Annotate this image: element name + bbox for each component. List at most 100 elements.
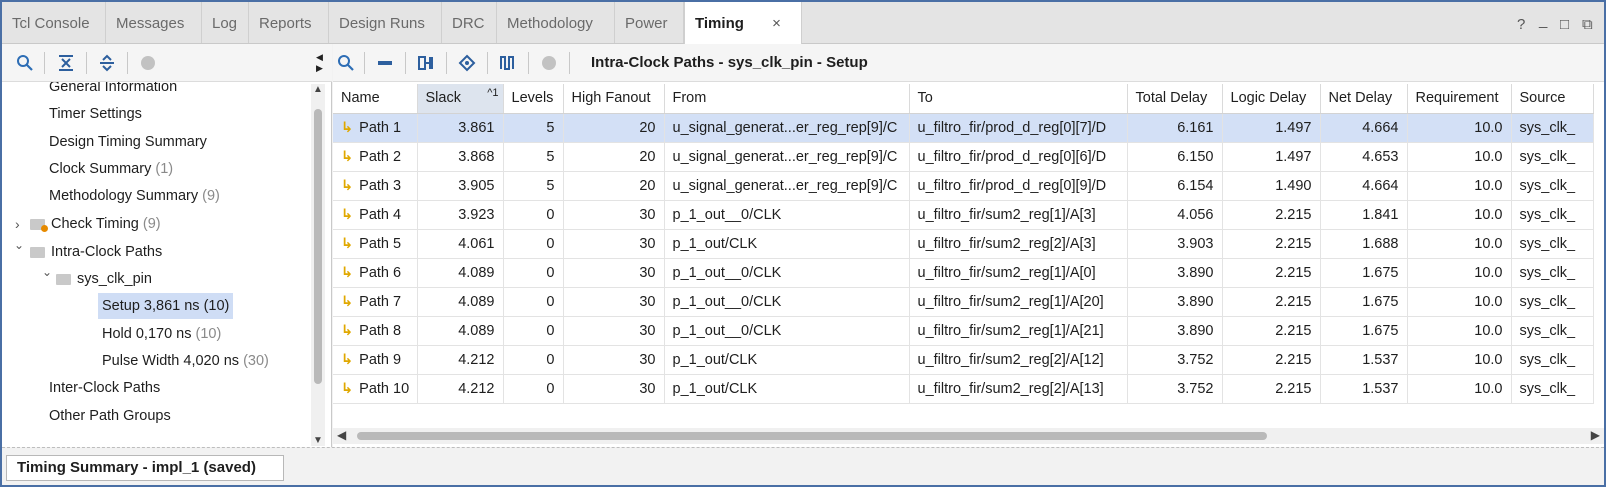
scroll-thumb[interactable] xyxy=(357,432,1267,440)
tab-timing-summary[interactable]: Timing Summary - impl_1 (saved) xyxy=(6,455,284,481)
column-header-total-delay[interactable]: Total Delay xyxy=(1127,84,1223,114)
tree-item-sys-clk-pin[interactable]: sys_clk_pin xyxy=(56,266,152,292)
column-header-from[interactable]: From xyxy=(664,84,910,114)
cell-from: p_1_out__0/CLK xyxy=(664,200,910,230)
table-row[interactable]: ↳ Path 7 4.089 0 30 p_1_out__0/CLK u_filtro_fi… xyxy=(333,287,1594,317)
cell-name: ↳ Path 2 xyxy=(333,142,418,172)
cell-net-delay: 4.653 xyxy=(1320,142,1408,172)
tree-item-other-path-groups[interactable]: Other Path Groups xyxy=(49,403,171,429)
scroll-right-icon[interactable]: ▶ xyxy=(1591,428,1600,442)
scroll-up-icon[interactable]: ▲ xyxy=(313,84,323,95)
tree-item-check-timing[interactable]: Check Timing (9) xyxy=(30,211,161,237)
minimize-icon[interactable]: _ xyxy=(1539,12,1547,29)
cell-source: sys_clk_ xyxy=(1511,229,1594,259)
tree-item-inter-clock-paths[interactable]: Inter-Clock Paths xyxy=(49,375,160,401)
cell-name: ↳ Path 5 xyxy=(333,229,418,259)
chevron-down-icon[interactable]: ⌄ xyxy=(14,238,24,252)
tree-item-label: Methodology Summary xyxy=(49,188,199,204)
tree-item-label: Check Timing xyxy=(51,216,139,232)
table-row[interactable]: ↳ Path 8 4.089 0 30 p_1_out__0/CLK u_filtro_fi… xyxy=(333,316,1594,346)
cell-levels: 0 xyxy=(503,374,564,404)
cell-net-delay: 1.688 xyxy=(1320,229,1408,259)
stop-icon[interactable] xyxy=(538,52,560,74)
table-row[interactable]: ↳ Path 4 3.923 0 30 p_1_out__0/CLK u_filtro_fi… xyxy=(333,200,1594,230)
tab-drc[interactable]: DRC xyxy=(442,2,497,43)
column-header-source[interactable]: Source xyxy=(1511,84,1594,114)
table-row[interactable]: ↳ Path 5 4.061 0 30 p_1_out/CLK u_filtro_fir/s… xyxy=(333,229,1594,259)
expand-all-icon[interactable] xyxy=(96,52,118,74)
tree-item-intra-clock-paths[interactable]: Intra-Clock Paths xyxy=(30,239,162,265)
tree-item-timer-settings[interactable]: Timer Settings xyxy=(49,101,142,127)
cell-text: 4.664 xyxy=(1362,177,1399,194)
tab-methodology[interactable]: Methodology xyxy=(497,2,615,43)
tab-tcl-console[interactable]: Tcl Console xyxy=(2,2,106,43)
column-label: Source xyxy=(1519,90,1566,107)
cell-high-fanout: 30 xyxy=(563,229,665,259)
tree-item-pulse-width[interactable]: Pulse Width 4,020 ns (30) xyxy=(102,348,269,374)
help-icon[interactable]: ? xyxy=(1517,16,1525,33)
cell-requirement: 10.0 xyxy=(1407,113,1512,143)
close-icon[interactable]: × xyxy=(772,15,781,32)
cell-name: ↳ Path 4 xyxy=(333,200,418,230)
column-header-name[interactable]: Name xyxy=(333,84,418,114)
scroll-left-icon[interactable]: ◀ xyxy=(337,428,346,442)
tree-item-clock-summary[interactable]: Clock Summary (1) xyxy=(49,156,173,182)
tab-log[interactable]: Log xyxy=(202,2,249,43)
cell-text: 4.653 xyxy=(1362,148,1399,165)
cell-slack: 4.212 xyxy=(417,374,504,404)
waveform-icon[interactable] xyxy=(497,52,519,74)
scroll-thumb[interactable] xyxy=(314,109,322,384)
tab-design-runs[interactable]: Design Runs xyxy=(329,2,442,43)
table-horizontal-scrollbar[interactable]: ◀ ▶ xyxy=(333,428,1604,444)
chevron-down-icon[interactable]: ⌄ xyxy=(42,265,52,279)
column-header-to[interactable]: To xyxy=(909,84,1128,114)
chevron-right-icon[interactable]: › xyxy=(15,216,20,232)
table-row[interactable]: ↳ Path 6 4.089 0 30 p_1_out__0/CLK u_filtro_fi… xyxy=(333,258,1594,288)
report-tree: General Information Timer Settings Desig… xyxy=(2,82,312,447)
tree-item-hold[interactable]: Hold 0,170 ns (10) xyxy=(102,321,221,347)
tree-item-general-information[interactable]: General Information xyxy=(49,82,177,100)
table-row[interactable]: ↳ Path 2 3.868 5 20 u_signal_generat...er_reg… xyxy=(333,142,1594,172)
cell-text: 3.890 xyxy=(1177,322,1214,339)
table-row[interactable]: ↳ Path 1 3.861 5 20 u_signal_generat...er_reg… xyxy=(333,113,1594,143)
scroll-down-icon[interactable]: ▼ xyxy=(313,435,323,446)
tree-vertical-scrollbar[interactable]: ▲ ▼ xyxy=(311,84,325,446)
minus-icon[interactable] xyxy=(374,52,396,74)
float-icon[interactable]: ⧉ xyxy=(1582,16,1593,33)
cell-text: 10.0 xyxy=(1474,293,1503,310)
cell-total-delay: 3.890 xyxy=(1127,287,1223,317)
search-icon[interactable] xyxy=(335,52,357,74)
cell-text: p_1_out__0/CLK xyxy=(672,293,782,310)
tab-timing[interactable]: Timing × xyxy=(684,2,802,44)
tree-item-design-timing-summary[interactable]: Design Timing Summary xyxy=(49,129,207,155)
tab-messages[interactable]: Messages xyxy=(106,2,202,43)
highlight-icon[interactable] xyxy=(456,52,478,74)
collapse-all-icon[interactable] xyxy=(55,52,77,74)
timing-path-icon: ↳ xyxy=(341,351,354,368)
cell-net-delay: 1.675 xyxy=(1320,287,1408,317)
table-row[interactable]: ↳ Path 9 4.212 0 30 p_1_out/CLK u_filtro_fir/s… xyxy=(333,345,1594,375)
tree-item-setup[interactable]: Setup 3,861 ns (10) xyxy=(98,293,234,319)
panel-resize-arrows-icon[interactable]: ◀ ▶ xyxy=(316,52,323,74)
tree-item-methodology-summary[interactable]: Methodology Summary (9) xyxy=(49,183,220,209)
column-header-high-fanout[interactable]: High Fanout xyxy=(563,84,665,114)
tab-label: Reports xyxy=(259,15,312,32)
table-row[interactable]: ↳ Path 10 4.212 0 30 p_1_out/CLK u_filtro_fir/… xyxy=(333,374,1594,404)
cell-slack: 4.212 xyxy=(417,345,504,375)
table-row[interactable]: ↳ Path 3 3.905 5 20 u_signal_generat...er_reg… xyxy=(333,171,1594,201)
column-header-levels[interactable]: Levels xyxy=(503,84,564,114)
column-label: Total Delay xyxy=(1135,90,1208,107)
column-header-net-delay[interactable]: Net Delay xyxy=(1320,84,1408,114)
tab-reports[interactable]: Reports xyxy=(249,2,329,43)
schematic-icon[interactable] xyxy=(415,52,437,74)
maximize-icon[interactable]: □ xyxy=(1560,16,1569,33)
cell-text: Path 5 xyxy=(359,235,402,252)
column-header-slack[interactable]: Slack ^1 xyxy=(417,84,504,114)
column-label: Net Delay xyxy=(1328,90,1393,107)
tab-power[interactable]: Power xyxy=(615,2,684,43)
cell-text: u_filtro_fir/sum2_reg[2]/A[12] xyxy=(917,351,1104,368)
column-header-logic-delay[interactable]: Logic Delay xyxy=(1222,84,1321,114)
stop-icon[interactable] xyxy=(137,52,159,74)
search-icon[interactable] xyxy=(14,52,36,74)
column-header-requirement[interactable]: Requirement xyxy=(1407,84,1512,114)
